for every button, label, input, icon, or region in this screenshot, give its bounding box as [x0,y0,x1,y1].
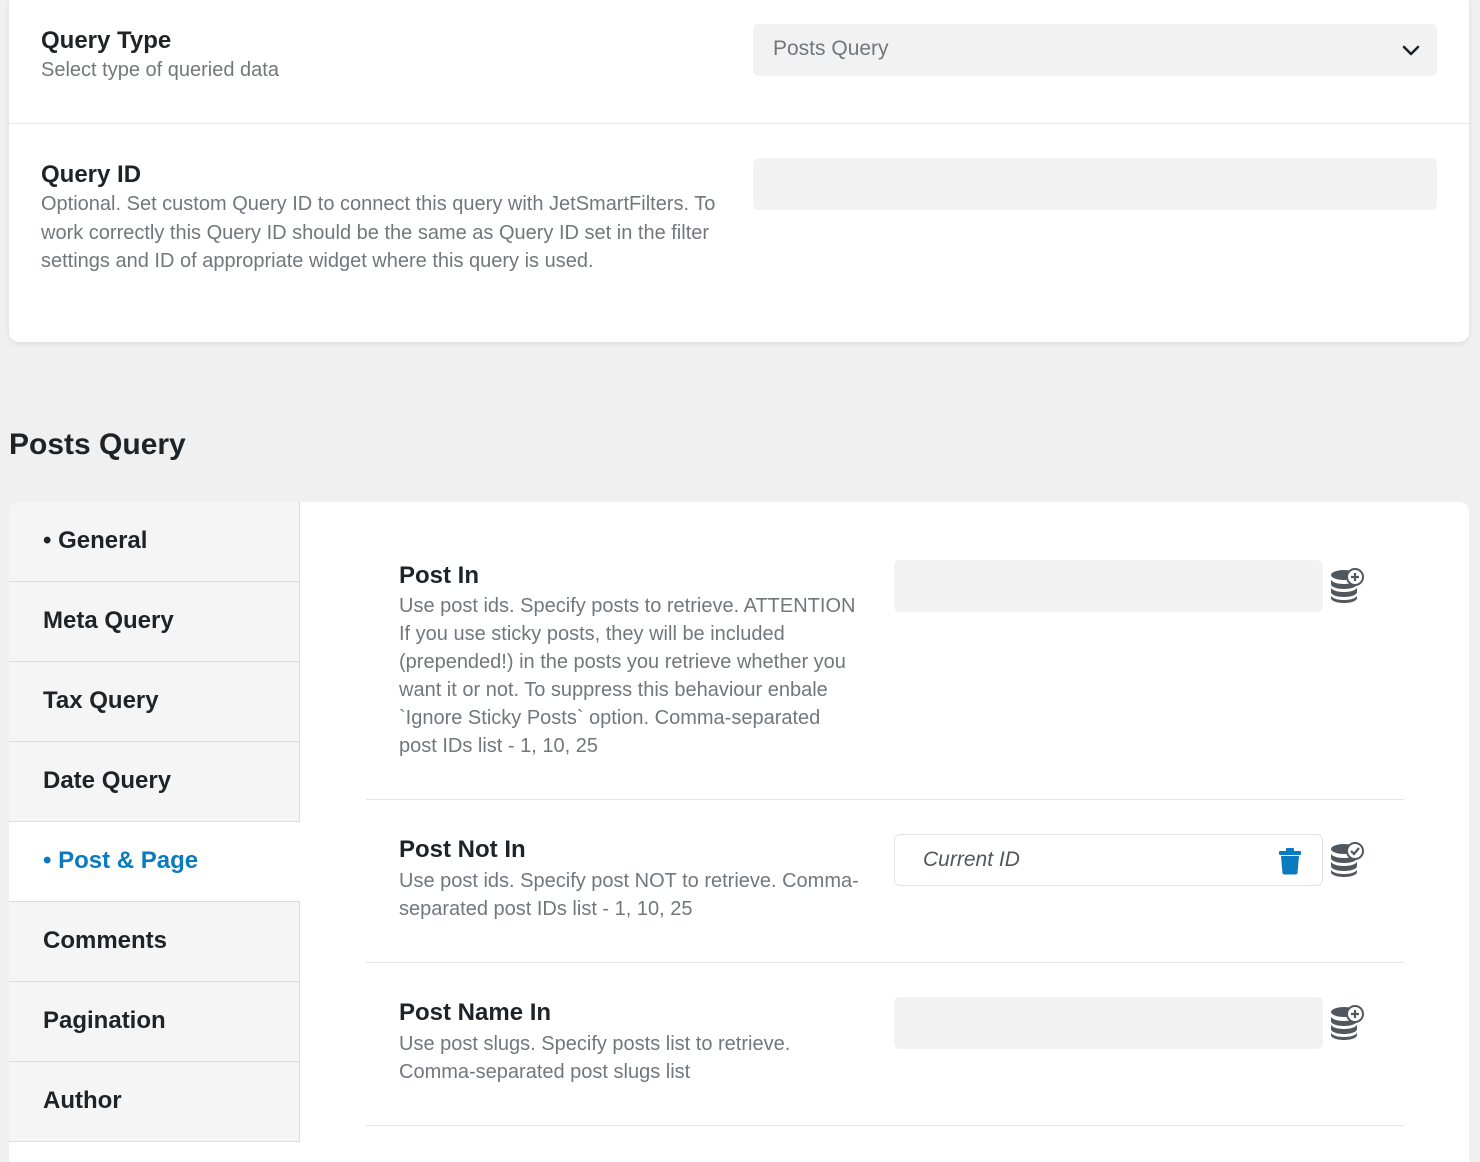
tab-tax-query[interactable]: Tax Query [9,662,300,742]
post-not-in-label: Post Not In [399,836,526,863]
query-type-description: Select type of queried data [41,59,279,81]
query-id-description: Optional. Set custom Query ID to connect… [41,193,716,272]
chevron-down-icon [1402,45,1420,56]
post-not-in-value: Current ID [923,848,1020,871]
trash-icon[interactable] [1278,847,1302,875]
tab-label: Pagination [43,1007,166,1034]
tab-label: Author [43,1087,122,1114]
post-name-in-label: Post Name In [399,999,552,1026]
query-settings-card: Query Type Select type of queried data P… [9,0,1469,342]
section-title: Posts Query [9,428,186,461]
tab-date-query[interactable]: Date Query [9,742,300,822]
post-not-in-input[interactable]: Current ID [894,834,1323,886]
tab-label: Date Query [43,767,172,794]
tab-content: Post In Use post ids. Specify posts to r… [300,502,1469,1162]
post-name-in-field: Post Name In Use post slugs. Specify pos… [366,963,1404,1126]
tab-pagination[interactable]: Pagination [9,982,300,1062]
database-add-icon[interactable] [1330,1005,1364,1041]
query-type-select[interactable]: Posts Query [753,24,1437,76]
post-in-label: Post In [399,562,480,589]
query-tabs: • General Meta Query Tax Query Date Quer… [9,502,300,1162]
database-add-icon[interactable] [1330,568,1364,604]
query-type-row: Query Type Select type of queried data P… [9,0,1469,124]
query-type-label: Query Type [41,27,172,54]
query-id-row: Query ID Optional. Set custom Query ID t… [9,124,1469,342]
tab-label: Tax Query [43,687,159,714]
post-not-in-field: Post Not In Use post ids. Specify post N… [366,800,1404,963]
post-in-field: Post In Use post ids. Specify posts to r… [366,524,1404,800]
post-in-input[interactable] [894,560,1323,612]
query-id-input[interactable] [753,158,1437,210]
tab-general[interactable]: • General [9,502,300,582]
tab-label: Meta Query [43,607,174,634]
tab-meta-query[interactable]: Meta Query [9,582,300,662]
database-check-icon[interactable] [1330,842,1364,878]
tab-label: • General [43,527,148,554]
post-not-in-description: Use post ids. Specify post NOT to retrie… [399,870,859,920]
tab-label: Comments [43,927,168,954]
query-id-label: Query ID [41,161,142,188]
tab-label: • Post & Page [43,847,199,874]
query-type-selected-value: Posts Query [773,37,889,60]
tab-comments[interactable]: Comments [9,902,300,982]
post-name-in-description: Use post slugs. Specify posts list to re… [399,1033,791,1083]
tab-post-page[interactable]: • Post & Page [9,822,300,902]
posts-query-panel: • General Meta Query Tax Query Date Quer… [9,502,1469,1162]
tab-author[interactable]: Author [9,1062,300,1142]
post-name-in-input[interactable] [894,997,1323,1049]
post-in-description: Use post ids. Specify posts to retrieve.… [399,595,856,757]
